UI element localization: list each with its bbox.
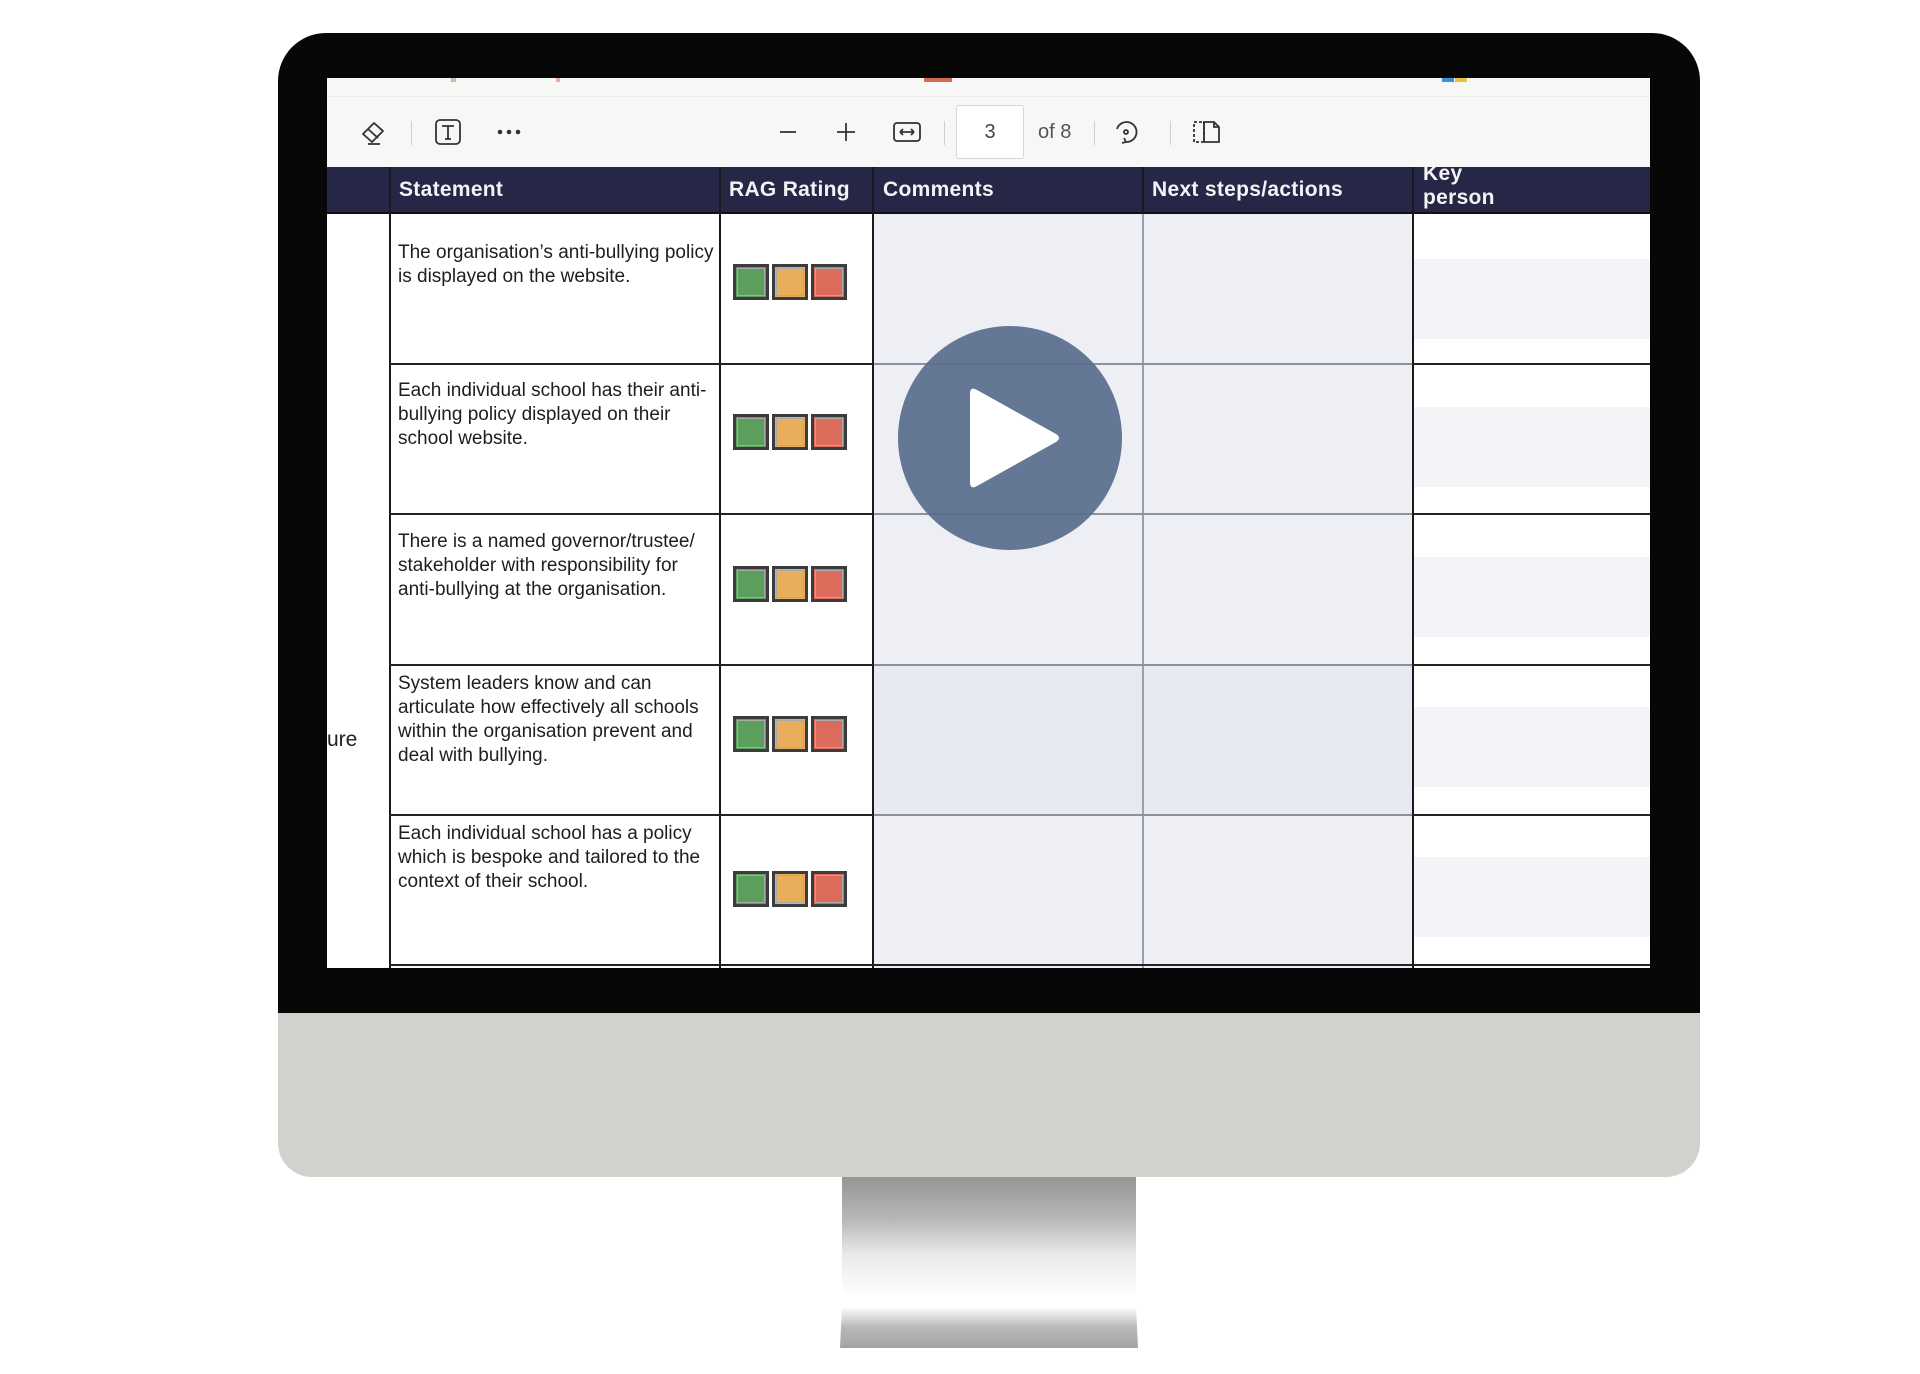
rag-red-option[interactable]	[811, 566, 847, 602]
fit-width-icon	[892, 120, 922, 144]
row-divider	[389, 814, 874, 816]
minus-icon	[776, 120, 800, 144]
rag-amber-option[interactable]	[772, 566, 808, 602]
rag-green-option[interactable]	[733, 566, 769, 602]
toolbar-separator	[411, 121, 412, 145]
next-steps-column-fill	[1143, 214, 1412, 968]
row-divider	[389, 664, 874, 666]
rag-rating-selector	[733, 716, 847, 752]
column-divider	[719, 167, 721, 968]
browser-tab-strip	[327, 78, 1650, 97]
column-divider	[1142, 214, 1144, 968]
section-label-fragment: ure	[327, 728, 358, 751]
column-divider	[1142, 167, 1144, 214]
rag-rating-selector	[733, 871, 847, 907]
rag-red-option[interactable]	[811, 264, 847, 300]
fit-width-button[interactable]	[890, 97, 924, 167]
erase-button[interactable]	[357, 97, 391, 167]
tab-indicator	[1442, 78, 1454, 82]
header-key-line: Key	[1423, 162, 1463, 185]
toolbar-separator	[1170, 121, 1171, 145]
pdf-toolbar: 3 of 8	[327, 97, 1650, 167]
statement-cell: The organisation’s anti-bullying policy …	[398, 242, 714, 287]
row-divider	[874, 814, 1412, 816]
text-box-icon	[433, 117, 463, 147]
rag-rating-selector	[733, 264, 847, 300]
row-divider	[1412, 363, 1650, 365]
rag-rating-selector	[733, 414, 847, 450]
header-rag-rating: RAG Rating	[729, 177, 850, 201]
header-next-steps: Next steps/actions	[1152, 177, 1343, 201]
eraser-icon	[359, 117, 389, 147]
key-person-fill	[1414, 557, 1650, 637]
header-comments: Comments	[883, 177, 994, 201]
page-total-label: of 8	[1038, 121, 1072, 143]
zoom-in-button[interactable]	[829, 97, 863, 167]
play-video-button[interactable]	[898, 326, 1122, 550]
screen: 3 of 8 Statement RAG Rating Comments Nex…	[327, 78, 1650, 968]
key-person-fill	[1414, 707, 1650, 787]
header-statement: Statement	[399, 177, 504, 201]
rag-amber-option[interactable]	[772, 871, 808, 907]
toolbar-separator	[944, 121, 945, 145]
plus-icon	[834, 120, 858, 144]
row-divider	[874, 664, 1412, 666]
active-tab-indicator	[924, 78, 952, 82]
tab-indicator	[1455, 78, 1467, 82]
statement-cell: System leaders know and can articulate h…	[398, 673, 699, 766]
rag-amber-option[interactable]	[772, 264, 808, 300]
row-divider	[389, 964, 1650, 966]
rag-green-option[interactable]	[733, 264, 769, 300]
rotate-icon	[1111, 117, 1141, 147]
tab-indicator	[556, 78, 560, 82]
page-number-input[interactable]: 3	[956, 105, 1024, 159]
zoom-out-button[interactable]	[771, 97, 805, 167]
header-key-person: Key person	[1414, 162, 1650, 212]
rag-rating-selector	[733, 566, 847, 602]
page-view-button[interactable]	[1189, 97, 1225, 167]
add-text-button[interactable]	[431, 97, 465, 167]
table-header: Statement RAG Rating Comments Next steps…	[327, 162, 1650, 214]
monitor-stand	[840, 1177, 1138, 1348]
rag-red-option[interactable]	[811, 414, 847, 450]
rag-green-option[interactable]	[733, 716, 769, 752]
statement-cell: Each individual school has their anti-bu…	[398, 380, 707, 449]
rag-red-option[interactable]	[811, 871, 847, 907]
key-person-fill	[1414, 259, 1650, 339]
rag-green-option[interactable]	[733, 871, 769, 907]
rotate-button[interactable]	[1109, 97, 1143, 167]
monitor-chin	[278, 1013, 1700, 1177]
more-horizontal-icon	[495, 127, 523, 137]
row-divider	[1412, 664, 1650, 666]
header-person-line: person	[1423, 186, 1495, 209]
page-view-icon	[1191, 118, 1223, 146]
rag-amber-option[interactable]	[772, 716, 808, 752]
column-divider	[389, 167, 391, 968]
column-divider	[1412, 167, 1414, 968]
toolbar-separator	[1094, 121, 1095, 145]
rag-green-option[interactable]	[733, 414, 769, 450]
tab-indicator	[451, 78, 456, 82]
statement-cell: There is a named governor/trustee/ stake…	[398, 531, 695, 600]
statement-cell: Each individual school has a policy whic…	[398, 823, 701, 892]
column-divider	[872, 167, 874, 968]
row-divider	[1412, 513, 1650, 515]
row-divider	[389, 363, 874, 365]
row-divider	[1412, 814, 1650, 816]
row-divider	[389, 513, 874, 515]
rag-amber-option[interactable]	[772, 414, 808, 450]
key-person-fill	[1414, 857, 1650, 937]
rag-red-option[interactable]	[811, 716, 847, 752]
pdf-page: Statement RAG Rating Comments Next steps…	[327, 162, 1650, 968]
more-options-button[interactable]	[492, 97, 526, 167]
key-person-fill	[1414, 407, 1650, 487]
